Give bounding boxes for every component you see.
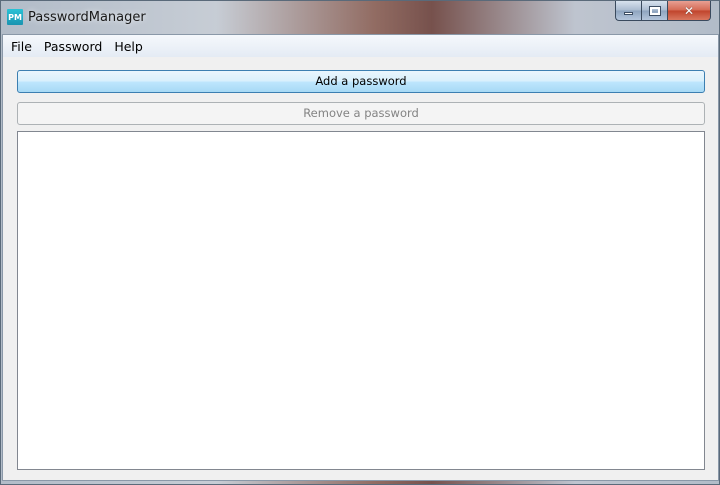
title-bar[interactable]: PM PasswordManager ✕ — [1, 1, 719, 34]
client-area: File Password Help Add a password Remove… — [2, 34, 719, 481]
minimize-icon — [624, 12, 633, 15]
minimize-button[interactable] — [615, 1, 641, 21]
app-icon: PM — [7, 9, 23, 25]
caption-buttons: ✕ — [615, 1, 711, 22]
password-list[interactable] — [17, 131, 705, 470]
close-button[interactable]: ✕ — [667, 1, 711, 21]
menu-password[interactable]: Password — [38, 36, 108, 56]
main-window: PM PasswordManager ✕ File Password Help … — [0, 0, 720, 485]
remove-password-button[interactable]: Remove a password — [17, 102, 705, 125]
menu-bar: File Password Help — [3, 35, 718, 57]
window-title: PasswordManager — [28, 10, 146, 25]
close-icon: ✕ — [683, 3, 695, 18]
add-password-button[interactable]: Add a password — [17, 70, 705, 93]
menu-help[interactable]: Help — [108, 36, 149, 56]
maximize-icon — [648, 5, 661, 16]
menu-file[interactable]: File — [5, 36, 38, 56]
maximize-button[interactable] — [641, 1, 667, 21]
